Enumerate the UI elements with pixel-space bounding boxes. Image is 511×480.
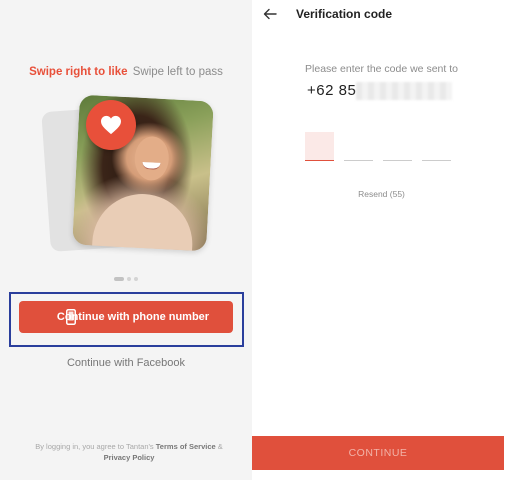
verification-instruction: Please enter the code we sent to: [305, 63, 458, 75]
carousel-dot[interactable]: [127, 277, 131, 281]
photo-shoulder: [91, 191, 195, 252]
swipe-tagline: Swipe right to like Swipe left to pass: [0, 66, 252, 78]
carousel-indicator: [114, 277, 138, 281]
resend-countdown[interactable]: Resend (55): [252, 189, 511, 199]
heart-icon: [86, 100, 136, 150]
continue-button[interactable]: CONTINUE: [252, 436, 504, 470]
legal-prefix: By logging in, you agree to Tantan's: [35, 442, 154, 451]
verification-screen: Verification code Please enter the code …: [252, 0, 511, 480]
carousel-dot[interactable]: [134, 277, 138, 281]
legal-text: By logging in, you agree to Tantan's Ter…: [14, 441, 244, 463]
code-digit-input[interactable]: [344, 132, 373, 161]
tagline-emphasis: Swipe right to like: [29, 66, 128, 78]
code-digit-input[interactable]: [383, 132, 412, 161]
carousel-dot[interactable]: [114, 277, 124, 281]
terms-of-service-link[interactable]: Terms of Service: [156, 442, 216, 451]
code-digit-input[interactable]: [305, 132, 334, 161]
back-arrow-icon[interactable]: [262, 6, 278, 22]
phone-button-label: Continue with phone number: [56, 311, 210, 323]
code-input-group: [305, 132, 451, 161]
continue-with-facebook-link[interactable]: Continue with Facebook: [0, 357, 252, 369]
legal-amp: &: [217, 442, 223, 451]
phone-number-redaction: [356, 82, 452, 100]
login-screen: Swipe right to like Swipe left to pass C…: [0, 0, 252, 480]
code-digit-input[interactable]: [422, 132, 451, 161]
smartphone-icon: [66, 309, 76, 328]
phone-number: +62 85: [307, 82, 357, 99]
page-title: Verification code: [296, 7, 393, 21]
continue-with-phone-button[interactable]: Continue with phone number: [19, 301, 233, 333]
privacy-policy-link[interactable]: Privacy Policy: [104, 453, 155, 462]
tagline-rest: Swipe left to pass: [132, 66, 223, 78]
photo-face: [133, 135, 170, 182]
